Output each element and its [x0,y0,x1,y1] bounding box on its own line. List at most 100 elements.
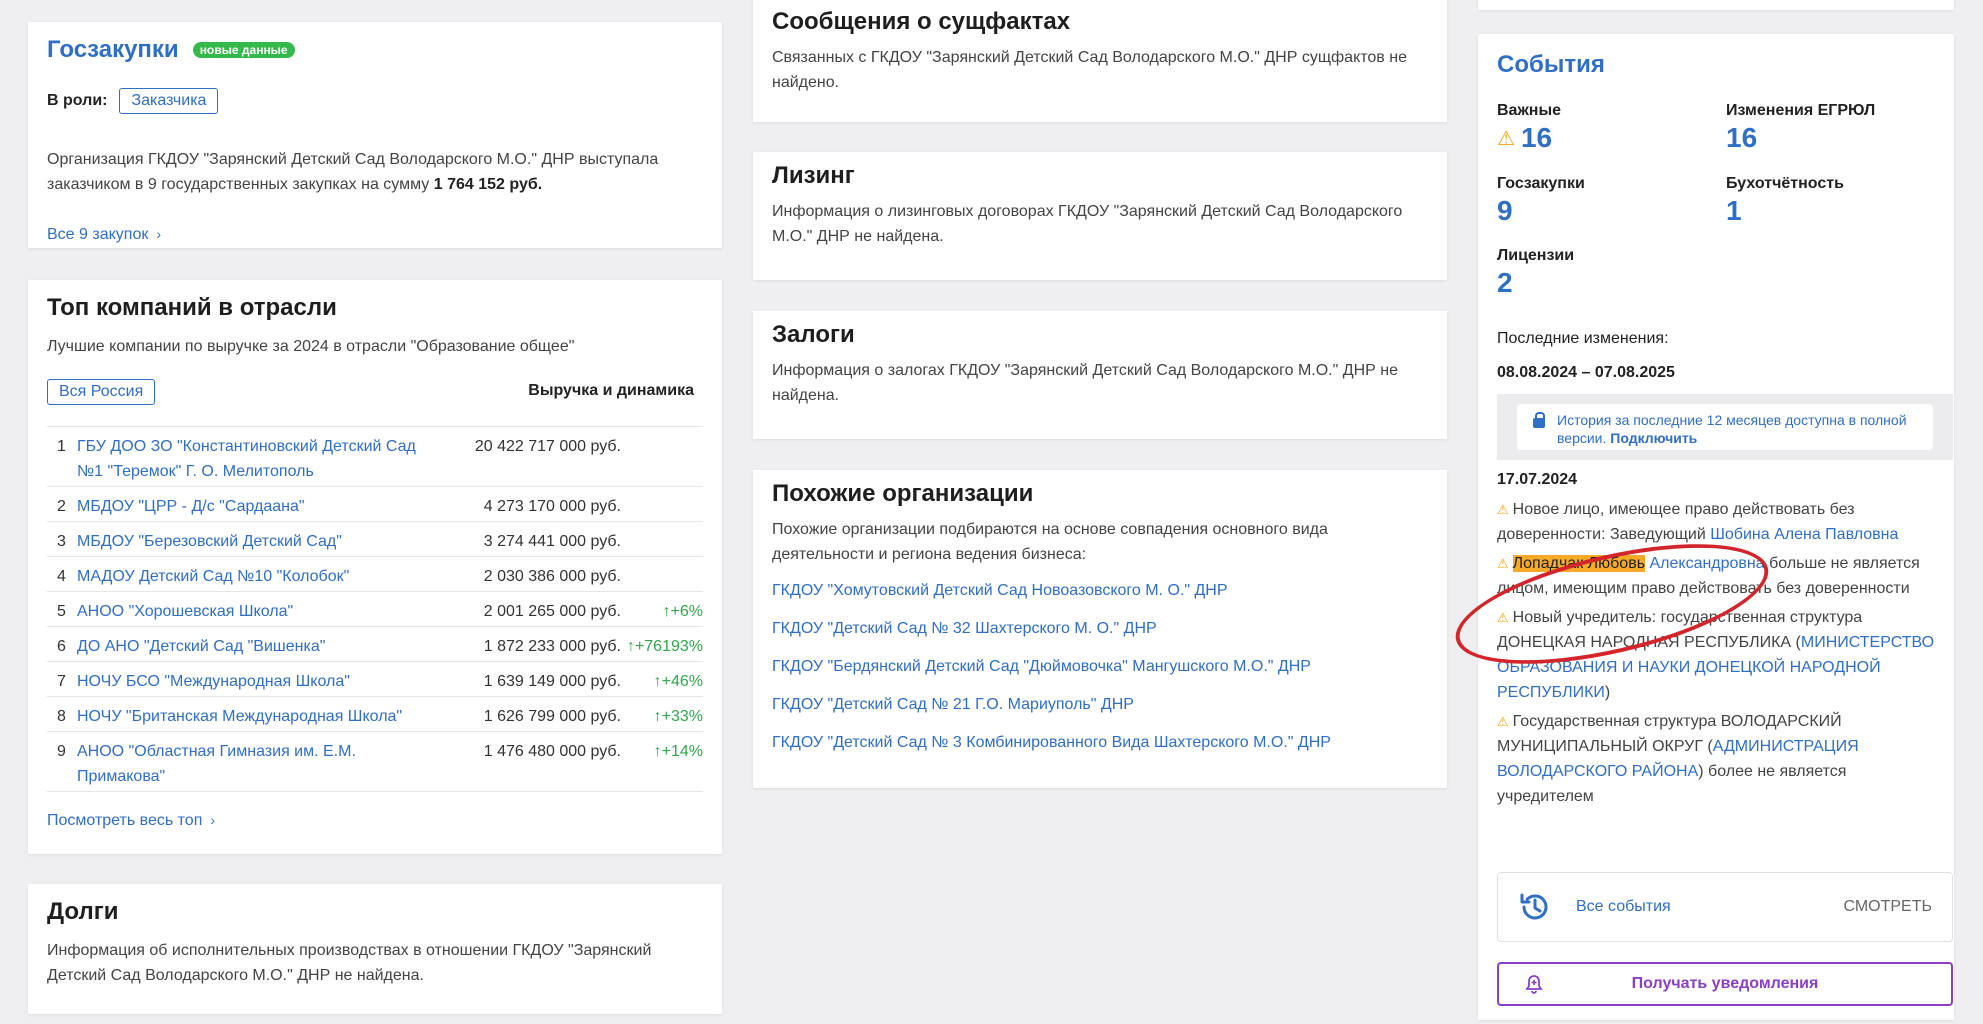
company-link[interactable]: АНОО "Областная Гимназия им. Е.М. Примак… [77,739,439,789]
top-companies-title: Топ компаний в отрасли [47,294,337,321]
company-link[interactable]: НОЧУ БСО "Международная Школа" [77,669,439,694]
dynamics [621,494,703,519]
region-filter-tag[interactable]: Вся Россия [47,379,156,405]
warning-icon: ⚠ [1497,127,1515,150]
person-link[interactable]: Шобина Алена Павловна [1710,526,1898,543]
stat-licenses[interactable]: Лицензии 2 [1497,247,1574,299]
debts-card: Долги Информация об исполнительных произ… [28,884,722,1014]
chevron-right-icon: › [156,226,162,242]
similar-org-link[interactable]: ГКДОУ "Детский Сад № 32 Шахтерского М. О… [772,620,1331,658]
bell-plus-icon [1525,975,1543,994]
similar-org-link[interactable]: ГКДОУ "Хомутовский Детский Сад Новоазовс… [772,582,1331,620]
company-link[interactable]: ДО АНО "Детский Сад "Вишенка" [77,634,439,659]
table-row: 4 МАДОУ Детский Сад №10 "Колобок" 2 030 38… [47,557,703,592]
rank: 4 [57,568,66,585]
pledges-title: Залоги [772,321,855,348]
chevron-right-icon: › [210,812,216,828]
revenue: 1 872 233 000 руб. [483,638,621,655]
table-row: 9 АНОО "Областная Гимназия им. Е.М. Прима… [47,732,703,792]
top-companies-table: 1 ГБУ ДОО ЗО "Константиновский Детский Са… [47,426,703,792]
last-changes-label: Последние изменения: [1497,330,1669,347]
events-card: События Важные ⚠ 16 Изменения ЕГРЮЛ 16 Го… [1445,34,1954,1020]
locked-history-banner: История за последние 12 месяцев доступна… [1497,394,1953,460]
company-link[interactable]: ГБУ ДОО ЗО "Константиновский Детский Сад… [77,434,439,484]
pledges-description: Информация о залогах ГКДОУ "Зарянский Де… [772,362,1398,404]
material-facts-title: Сообщения о сущфактах [772,8,1071,35]
similar-orgs-card: Похожие организации Похожие организации … [753,470,1447,788]
stat-label: Лицензии [1497,247,1575,264]
see-full-top-label: Посмотреть весь топ [47,812,203,829]
similar-org-link[interactable]: ГКДОУ "Детский Сад № 3 Комбинированного … [772,734,1331,772]
revenue: 1 626 799 000 руб. [483,708,621,725]
stat-value: 9 [1497,195,1513,226]
table-row: 7 НОЧУ БСО "Международная Школа" 1 639 149… [47,662,703,697]
top-companies-card: Топ компаний в отрасли Лучшие компании п… [28,280,722,854]
goszakupki-amount: 1 764 152 руб. [433,176,543,193]
goszakupki-desc-text: Организация ГКДОУ "Зарянский Детский Сад… [47,151,659,193]
pledges-card: Залоги Информация о залогах ГКДОУ "Зарян… [753,311,1447,439]
stat-value: 16 [1520,122,1553,153]
similar-orgs-title: Похожие организации [772,480,1034,507]
similar-orgs-description: Похожие организации подбираются на основ… [772,521,1328,563]
all-purchases-link[interactable]: Все 9 закупок › [47,226,161,244]
stat-value: 2 [1497,267,1513,298]
table-row: 2 МБДОУ "ЦРР - Д/с "Сардаана" 4 273 170 00… [47,487,703,522]
goszakupki-card: Госзакупки новые данные В роли: Заказчик… [28,22,722,248]
leasing-description: Информация о лизинговых договорах ГКДОУ … [772,203,1403,245]
rank: 6 [57,638,66,655]
stat-egrul[interactable]: Изменения ЕГРЮЛ 16 [1726,102,1875,154]
similar-org-link[interactable]: ГКДОУ "Детский Сад № 21 Г.О. Мариуполь" … [772,696,1331,734]
highlighted-name[interactable]: Лопадчак Любовь [1512,555,1646,572]
stat-accounting[interactable]: Бухотчётность 1 [1726,175,1844,227]
stat-label: Госзакупки [1497,175,1585,192]
revenue: 4 273 170 000 руб. [483,498,621,515]
material-facts-description: Связанных с ГКДОУ "Зарянский Детский Сад… [772,49,1407,91]
all-events-button[interactable]: Все события СМОТРЕТЬ [1497,872,1953,942]
event-item: ⚠ Государственная структура ВОЛОДАРСКИЙ М… [1497,709,1947,809]
event-item: ⚠ Новый учредитель: государственная струк… [1497,605,1947,705]
see-full-top-link[interactable]: Посмотреть весь топ › [47,812,215,830]
similar-org-link[interactable]: ГКДОУ "Бердянский Детский Сад "Дюймовочк… [772,658,1331,696]
company-link[interactable]: МАДОУ Детский Сад №10 "Колобок" [77,564,439,589]
table-row: 3 МБДОУ "Березовский Детский Сад" 3 274 44… [47,522,703,557]
rank: 2 [57,498,66,515]
goszakupki-title[interactable]: Госзакупки [47,36,179,64]
dynamics [621,564,703,589]
revenue: 20 422 717 000 руб. [474,438,621,455]
role-customer-tag[interactable]: Заказчика [119,88,219,114]
table-row: 1 ГБУ ДОО ЗО "Константиновский Детский Са… [47,427,703,487]
dynamics: ↑+46% [653,673,703,690]
subscribe-notifications-button[interactable]: Получать уведомления [1497,962,1953,1006]
lock-icon [1533,412,1545,428]
warning-icon: ⚠ [1497,714,1509,729]
company-link[interactable]: НОЧУ "Британская Международная Школа" [77,704,439,729]
person-link[interactable]: Александровна [1645,555,1764,572]
debts-title: Долги [47,898,119,925]
rank: 9 [57,743,66,760]
event-item: ⚠ Лопадчак Любовь Александровна больше не… [1497,551,1947,601]
rank: 1 [57,438,66,455]
stat-goszakupki[interactable]: Госзакупки 9 [1497,175,1585,227]
all-events-label: Все события [1576,898,1671,915]
dynamics [621,434,703,484]
table-row: 6 ДО АНО "Детский Сад "Вишенка" 1 872 233 … [47,627,703,662]
see-label: СМОТРЕТЬ [1843,898,1932,915]
top-companies-subtitle: Лучшие компании по выручке за 2024 в отр… [47,338,575,355]
stat-important[interactable]: Важные ⚠ 16 [1497,102,1561,154]
revenue: 2 030 386 000 руб. [483,568,621,585]
event-text-end: ) [1604,684,1611,701]
event-date: 17.07.2024 [1497,471,1578,488]
revenue: 1 476 480 000 руб. [483,743,621,760]
company-link[interactable]: МБДОУ "ЦРР - Д/с "Сардаана" [77,494,439,519]
rank: 7 [57,673,66,690]
previous-card-edge [1478,0,1954,10]
role-label: В роли: [47,92,108,109]
stat-label: Бухотчётность [1726,175,1844,192]
history-icon [1520,893,1548,920]
company-link[interactable]: АНОО "Хорошевская Школа" [77,599,439,624]
connect-link[interactable]: Подключить [1610,430,1697,446]
all-purchases-label: Все 9 закупок [47,226,149,243]
role-row: В роли: Заказчика [47,88,219,114]
rank: 3 [57,533,66,550]
company-link[interactable]: МБДОУ "Березовский Детский Сад" [77,529,439,554]
